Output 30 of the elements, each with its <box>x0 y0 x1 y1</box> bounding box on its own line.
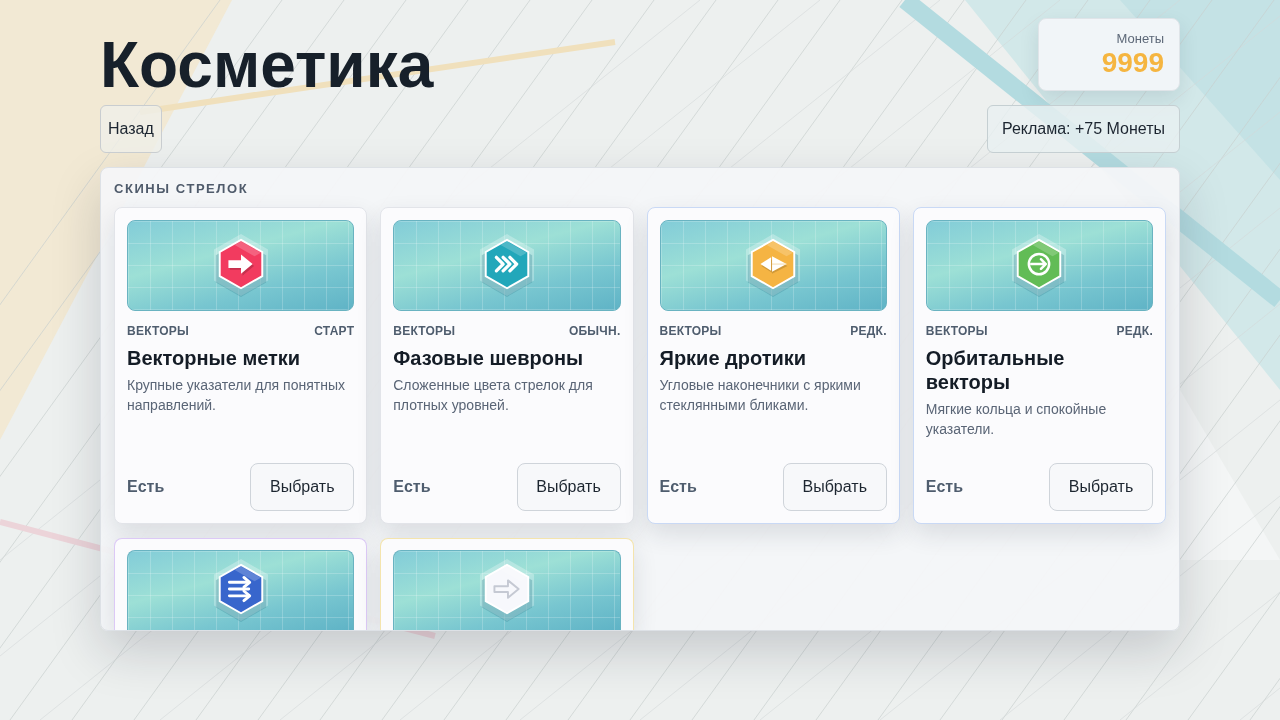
skin-title: Фазовые шевроны <box>393 346 585 370</box>
skin-description: Угловые наконечники с яркими стеклянными бликами. <box>659 376 862 415</box>
category-label: ВЕКТОРЫ <box>925 323 988 339</box>
rarity-label: РЕДК. <box>850 323 887 339</box>
page-title: Косметика <box>100 29 434 101</box>
skin-description: Мягкие кольца и спокойные указатели. <box>925 400 1108 439</box>
section-heading: СКИНЫ СТРЕЛОК <box>114 181 250 197</box>
rarity-label: РЕДК. <box>1116 323 1153 339</box>
category-label: ВЕКТОРЫ <box>659 323 722 339</box>
owned-status: Есть <box>659 477 697 497</box>
coins-label: Монеты <box>1116 31 1164 47</box>
skin-title: Яркие дротики <box>659 346 808 370</box>
select-button[interactable]: Выбрать <box>782 463 887 511</box>
category-label: ВЕКТОРЫ <box>393 323 456 339</box>
select-button[interactable]: Выбрать <box>516 463 621 511</box>
owned-status: Есть <box>393 477 431 497</box>
owned-status: Есть <box>925 477 963 497</box>
skin-description: Сложенные цвета стрелок для плотных уровней. <box>393 376 594 415</box>
skin-title: Орбитальные векторы <box>925 346 1066 394</box>
back-button[interactable]: Назад <box>100 105 162 153</box>
rarity-label: СТАРТ <box>314 323 355 339</box>
coins-value: 9999 <box>1101 47 1164 79</box>
ad-reward-button[interactable]: Реклама: +75 Монеты <box>986 105 1180 153</box>
select-button[interactable]: Выбрать <box>250 463 355 511</box>
skin-description: Крупные указатели для понятных направлений. <box>127 376 346 415</box>
owned-status: Есть <box>127 477 165 497</box>
rarity-label: ОБЫЧН. <box>568 323 621 339</box>
category-label: ВЕКТОРЫ <box>127 323 190 339</box>
select-button[interactable]: Выбрать <box>1049 463 1153 511</box>
skin-title: Векторные метки <box>127 346 302 370</box>
